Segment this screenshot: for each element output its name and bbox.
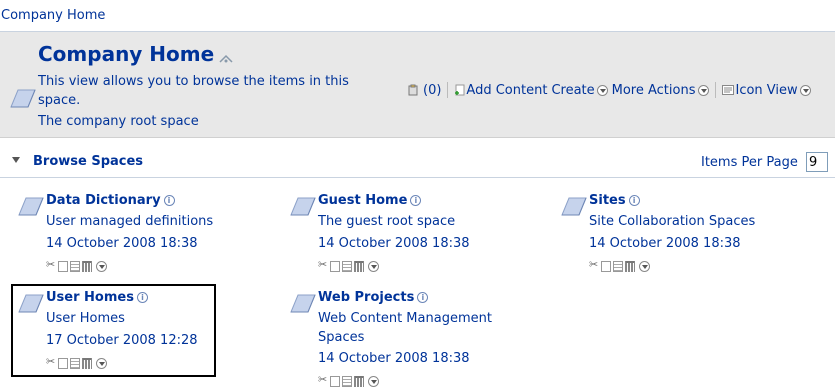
details-icon[interactable] bbox=[613, 261, 623, 272]
view-mode-menu[interactable]: Icon View bbox=[721, 82, 811, 98]
space-description: User Homes bbox=[46, 311, 125, 326]
delete-icon[interactable] bbox=[354, 376, 364, 387]
more-actions-icon[interactable] bbox=[96, 261, 107, 272]
rss-feed-icon[interactable] bbox=[218, 52, 234, 64]
space-name-link[interactable]: Sites i bbox=[589, 193, 640, 208]
space-name: Sites bbox=[589, 193, 626, 208]
add-content-label: Add Content bbox=[466, 82, 548, 98]
space-description: The guest root space bbox=[318, 214, 456, 229]
clipboard-icon bbox=[408, 84, 418, 96]
header-actions: (0) Add Content Create More Actions Icon… bbox=[407, 80, 811, 100]
delete-icon[interactable] bbox=[82, 261, 92, 272]
info-icon[interactable]: i bbox=[410, 195, 422, 206]
cut-icon[interactable] bbox=[318, 373, 328, 387]
space-description-cont: Spaces bbox=[318, 330, 365, 345]
create-label: Create bbox=[551, 82, 595, 98]
details-icon[interactable] bbox=[70, 358, 80, 369]
space-icon[interactable] bbox=[290, 195, 316, 217]
space-item: Web Projects i Web Content Management Spa… bbox=[290, 290, 530, 390]
more-actions-icon[interactable] bbox=[639, 261, 650, 272]
copy-icon[interactable] bbox=[58, 261, 68, 272]
chevron-down-icon bbox=[596, 84, 608, 96]
more-actions-icon[interactable] bbox=[368, 376, 379, 387]
items-per-page-label: Items Per Page bbox=[701, 155, 798, 170]
copy-icon[interactable] bbox=[58, 358, 68, 369]
delete-icon[interactable] bbox=[354, 261, 364, 272]
browse-spaces-header: Browse Spaces Items Per Page bbox=[0, 148, 835, 178]
more-actions-menu[interactable]: More Actions bbox=[612, 83, 709, 98]
space-item: Guest Home i The guest root space 14 Octo… bbox=[290, 193, 530, 283]
space-actions bbox=[318, 373, 379, 387]
view-mode-label: Icon View bbox=[735, 82, 798, 98]
space-name: User Homes bbox=[46, 290, 134, 305]
breadcrumb: Company Home bbox=[0, 0, 835, 32]
space-description: Web Content Management bbox=[318, 311, 492, 326]
browse-spaces-title: Browse Spaces bbox=[33, 154, 144, 169]
space-header: Company Home This view allows you to bro… bbox=[0, 32, 835, 138]
space-actions bbox=[589, 258, 650, 272]
delete-icon[interactable] bbox=[625, 261, 635, 272]
space-date: 17 October 2008 12:28 bbox=[46, 333, 198, 348]
collapse-toggle-icon[interactable] bbox=[12, 157, 20, 163]
space-icon bbox=[10, 89, 36, 108]
add-content-icon bbox=[455, 84, 465, 96]
breadcrumb-company-home[interactable]: Company Home bbox=[1, 8, 105, 23]
clipboard-button[interactable]: (0) bbox=[407, 83, 441, 98]
space-actions bbox=[318, 258, 379, 272]
space-description: This view allows you to browse the items… bbox=[38, 74, 349, 108]
items-per-page-input[interactable] bbox=[806, 152, 828, 172]
space-description: User managed definitions bbox=[46, 214, 214, 229]
cut-icon[interactable] bbox=[589, 258, 599, 272]
clipboard-count: (0) bbox=[423, 82, 442, 98]
space-item: Sites i Site Collaboration Spaces 14 Octo… bbox=[561, 193, 801, 283]
divider bbox=[714, 82, 716, 98]
info-icon[interactable]: i bbox=[628, 195, 640, 206]
space-icon[interactable] bbox=[290, 292, 316, 314]
space-name-link[interactable]: Web Projects i bbox=[318, 290, 429, 305]
info-icon[interactable]: i bbox=[163, 195, 175, 206]
copy-icon[interactable] bbox=[330, 261, 340, 272]
space-description: Site Collaboration Spaces bbox=[589, 214, 756, 229]
add-content-button[interactable]: Add Content bbox=[454, 83, 547, 98]
info-icon[interactable]: i bbox=[417, 292, 429, 303]
copy-icon[interactable] bbox=[330, 376, 340, 387]
space-date: 14 October 2008 18:38 bbox=[318, 351, 470, 366]
space-name: Web Projects bbox=[318, 290, 415, 305]
space-item: Data Dictionary i User managed definition… bbox=[18, 193, 258, 283]
delete-icon[interactable] bbox=[82, 358, 92, 369]
chevron-down-icon bbox=[799, 84, 811, 96]
space-actions bbox=[46, 355, 107, 369]
create-menu[interactable]: Create bbox=[551, 82, 608, 98]
space-name-link[interactable]: Data Dictionary i bbox=[46, 193, 175, 208]
space-name: Guest Home bbox=[318, 193, 408, 208]
details-icon[interactable] bbox=[70, 261, 80, 272]
cut-icon[interactable] bbox=[46, 355, 56, 369]
space-date: 14 October 2008 18:38 bbox=[46, 236, 198, 251]
space-name: Data Dictionary bbox=[46, 193, 161, 208]
more-actions-icon[interactable] bbox=[96, 358, 107, 369]
details-icon[interactable] bbox=[342, 261, 352, 272]
page-title: Company Home bbox=[38, 42, 215, 66]
space-icon[interactable] bbox=[18, 292, 44, 314]
space-icon[interactable] bbox=[561, 195, 587, 217]
space-actions bbox=[46, 258, 107, 272]
space-name-link[interactable]: Guest Home i bbox=[318, 193, 422, 208]
chevron-down-icon bbox=[697, 84, 709, 96]
space-date: 14 October 2008 18:38 bbox=[318, 236, 470, 251]
info-icon[interactable]: i bbox=[136, 292, 148, 303]
divider bbox=[447, 82, 449, 98]
space-item: User Homes i User Homes 17 October 2008 1… bbox=[18, 290, 208, 372]
more-actions-icon[interactable] bbox=[368, 261, 379, 272]
space-date: 14 October 2008 18:38 bbox=[589, 236, 741, 251]
details-icon[interactable] bbox=[342, 376, 352, 387]
more-actions-label: More Actions bbox=[611, 82, 696, 98]
icon-view-icon bbox=[721, 85, 734, 95]
space-name-link[interactable]: User Homes i bbox=[46, 290, 148, 305]
cut-icon[interactable] bbox=[318, 258, 328, 272]
cut-icon[interactable] bbox=[46, 258, 56, 272]
space-icon[interactable] bbox=[18, 195, 44, 217]
copy-icon[interactable] bbox=[601, 261, 611, 272]
root-space-description: The company root space bbox=[38, 114, 199, 129]
